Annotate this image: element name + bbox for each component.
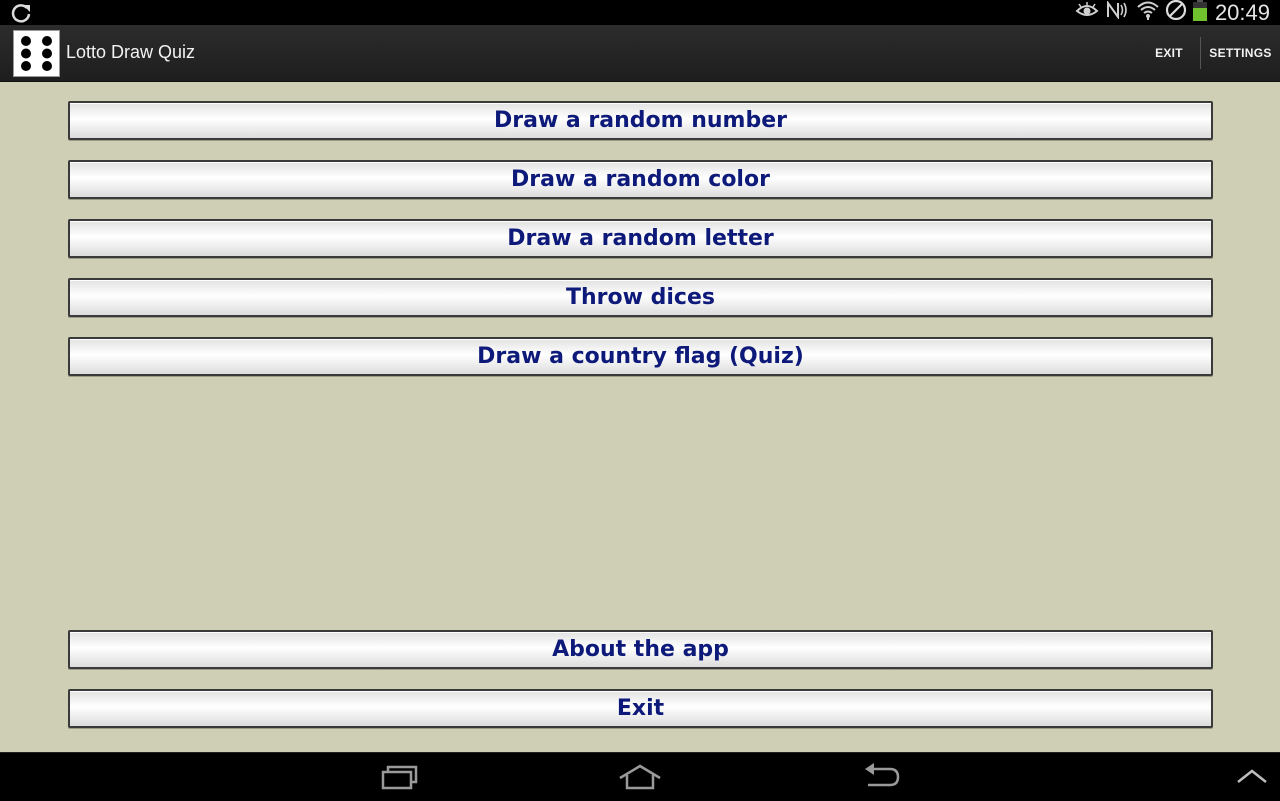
draw-random-number-button[interactable]: Draw a random number: [68, 101, 1213, 140]
back-icon[interactable]: [862, 763, 902, 796]
about-app-button[interactable]: About the app: [68, 630, 1213, 669]
action-bar: Lotto Draw Quiz EXIT SETTINGS: [0, 25, 1280, 82]
throw-dices-button[interactable]: Throw dices: [68, 278, 1213, 317]
chevron-up-icon[interactable]: [1236, 767, 1268, 790]
battery-icon: [1192, 0, 1207, 26]
recent-apps-icon[interactable]: [380, 763, 420, 796]
settings-action-button[interactable]: SETTINGS: [1201, 25, 1280, 81]
draw-random-color-button[interactable]: Draw a random color: [68, 160, 1213, 199]
main-content: Draw a random number Draw a random color…: [0, 82, 1280, 752]
eye-icon: [1075, 1, 1099, 24]
draw-random-letter-button[interactable]: Draw a random letter: [68, 219, 1213, 258]
home-icon[interactable]: [618, 763, 662, 796]
wifi-icon: [1137, 0, 1159, 25]
clock-time: 20:49: [1214, 0, 1270, 25]
exit-action-button[interactable]: EXIT: [1138, 25, 1200, 81]
navigation-bar: [0, 752, 1280, 801]
dice-app-icon[interactable]: [13, 30, 60, 77]
draw-country-flag-button[interactable]: Draw a country flag (Quiz): [68, 337, 1213, 376]
app-title: Lotto Draw Quiz: [66, 42, 196, 62]
nfc-icon: [1105, 0, 1131, 24]
blocked-icon: [1165, 0, 1187, 26]
status-bar: 20:49: [0, 0, 1280, 25]
exit-button[interactable]: Exit: [68, 689, 1213, 728]
